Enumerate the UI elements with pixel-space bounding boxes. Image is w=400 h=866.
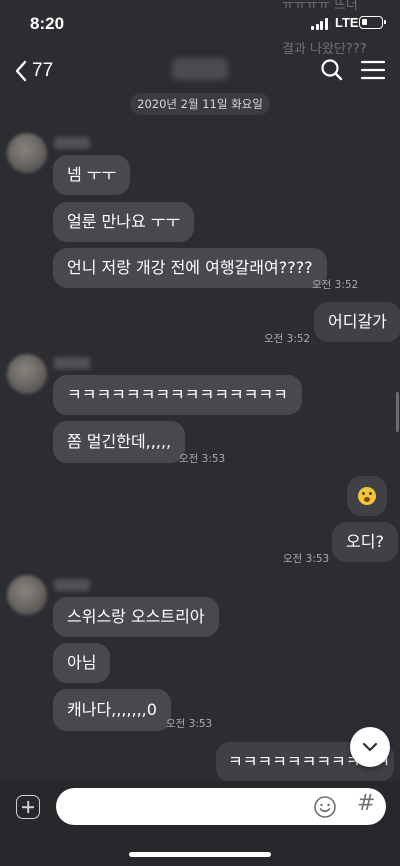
sender-name-blurred: [54, 357, 90, 369]
scroll-to-bottom-button[interactable]: [350, 727, 390, 767]
plus-icon[interactable]: [16, 795, 40, 819]
search-icon: [321, 59, 343, 81]
status-time: 8:20: [30, 14, 65, 33]
network-label: LTE: [335, 15, 359, 30]
status-bar: ㅠㅠㅠㅠ 뜨더 8:20 LTE 결과 나왔단???: [0, 0, 400, 57]
search-button[interactable]: [318, 56, 346, 84]
message-timestamp: 오전 3:52: [312, 279, 359, 291]
message-timestamp: 오전 3:53: [179, 453, 226, 465]
message-bubble[interactable]: 캐나다,,,,,,,0: [53, 689, 171, 731]
menu-icon: [360, 60, 386, 80]
battery-icon: [359, 16, 386, 29]
chat-header: 77: [0, 48, 400, 94]
signal-icon: [311, 18, 331, 30]
message-timestamp: 오전 3:53: [166, 718, 213, 730]
message-bubble[interactable]: 쫌 멀긴한데,,,,,: [53, 421, 186, 463]
sender-name-blurred: [54, 579, 90, 591]
chevron-left-icon: [15, 60, 27, 82]
my-emoji-bubble[interactable]: [347, 476, 387, 516]
my-message-bubble[interactable]: 오디?: [332, 522, 398, 562]
message-bubble[interactable]: 언니 저랑 개강 전에 여행갈래여????: [53, 248, 327, 288]
message-bubble[interactable]: 넴 ㅜㅜ: [53, 155, 131, 195]
emoji-button[interactable]: [313, 795, 337, 819]
shushing-face-emoji: [358, 486, 376, 505]
date-divider: 2020년 2월 11일 화요일: [130, 93, 270, 115]
message-timestamp: 오전 3:53: [283, 553, 330, 565]
home-indicator: [129, 852, 271, 857]
sender-name-blurred: [54, 137, 90, 149]
background-message-text: ㅠㅠㅠㅠ 뜨더: [282, 0, 358, 13]
menu-button[interactable]: [359, 56, 387, 84]
hash-icon[interactable]: #: [357, 791, 375, 816]
chevron-down-icon: [362, 742, 378, 752]
my-message-bubble[interactable]: 어디갈가: [314, 302, 400, 342]
message-bubble[interactable]: ㅋㅋㅋㅋㅋㅋㅋㅋㅋㅋㅋㅋㅋㅋㅋ: [53, 375, 302, 415]
avatar[interactable]: [7, 354, 47, 394]
emoji-icon: [314, 796, 336, 818]
message-input-bar: #: [0, 781, 400, 866]
unread-count: 77: [32, 60, 54, 81]
avatar[interactable]: [7, 133, 47, 173]
message-bubble[interactable]: 아님: [53, 643, 111, 683]
back-button[interactable]: 77: [14, 58, 53, 84]
message-timestamp: 오전 3:52: [264, 333, 311, 345]
scroll-indicator[interactable]: [396, 392, 399, 432]
message-bubble[interactable]: 얼룬 만나요 ㅜㅜ: [53, 202, 195, 242]
chat-title-blurred: [172, 58, 228, 80]
message-bubble[interactable]: 스위스랑 오스트리아: [53, 597, 219, 637]
avatar[interactable]: [7, 575, 47, 615]
